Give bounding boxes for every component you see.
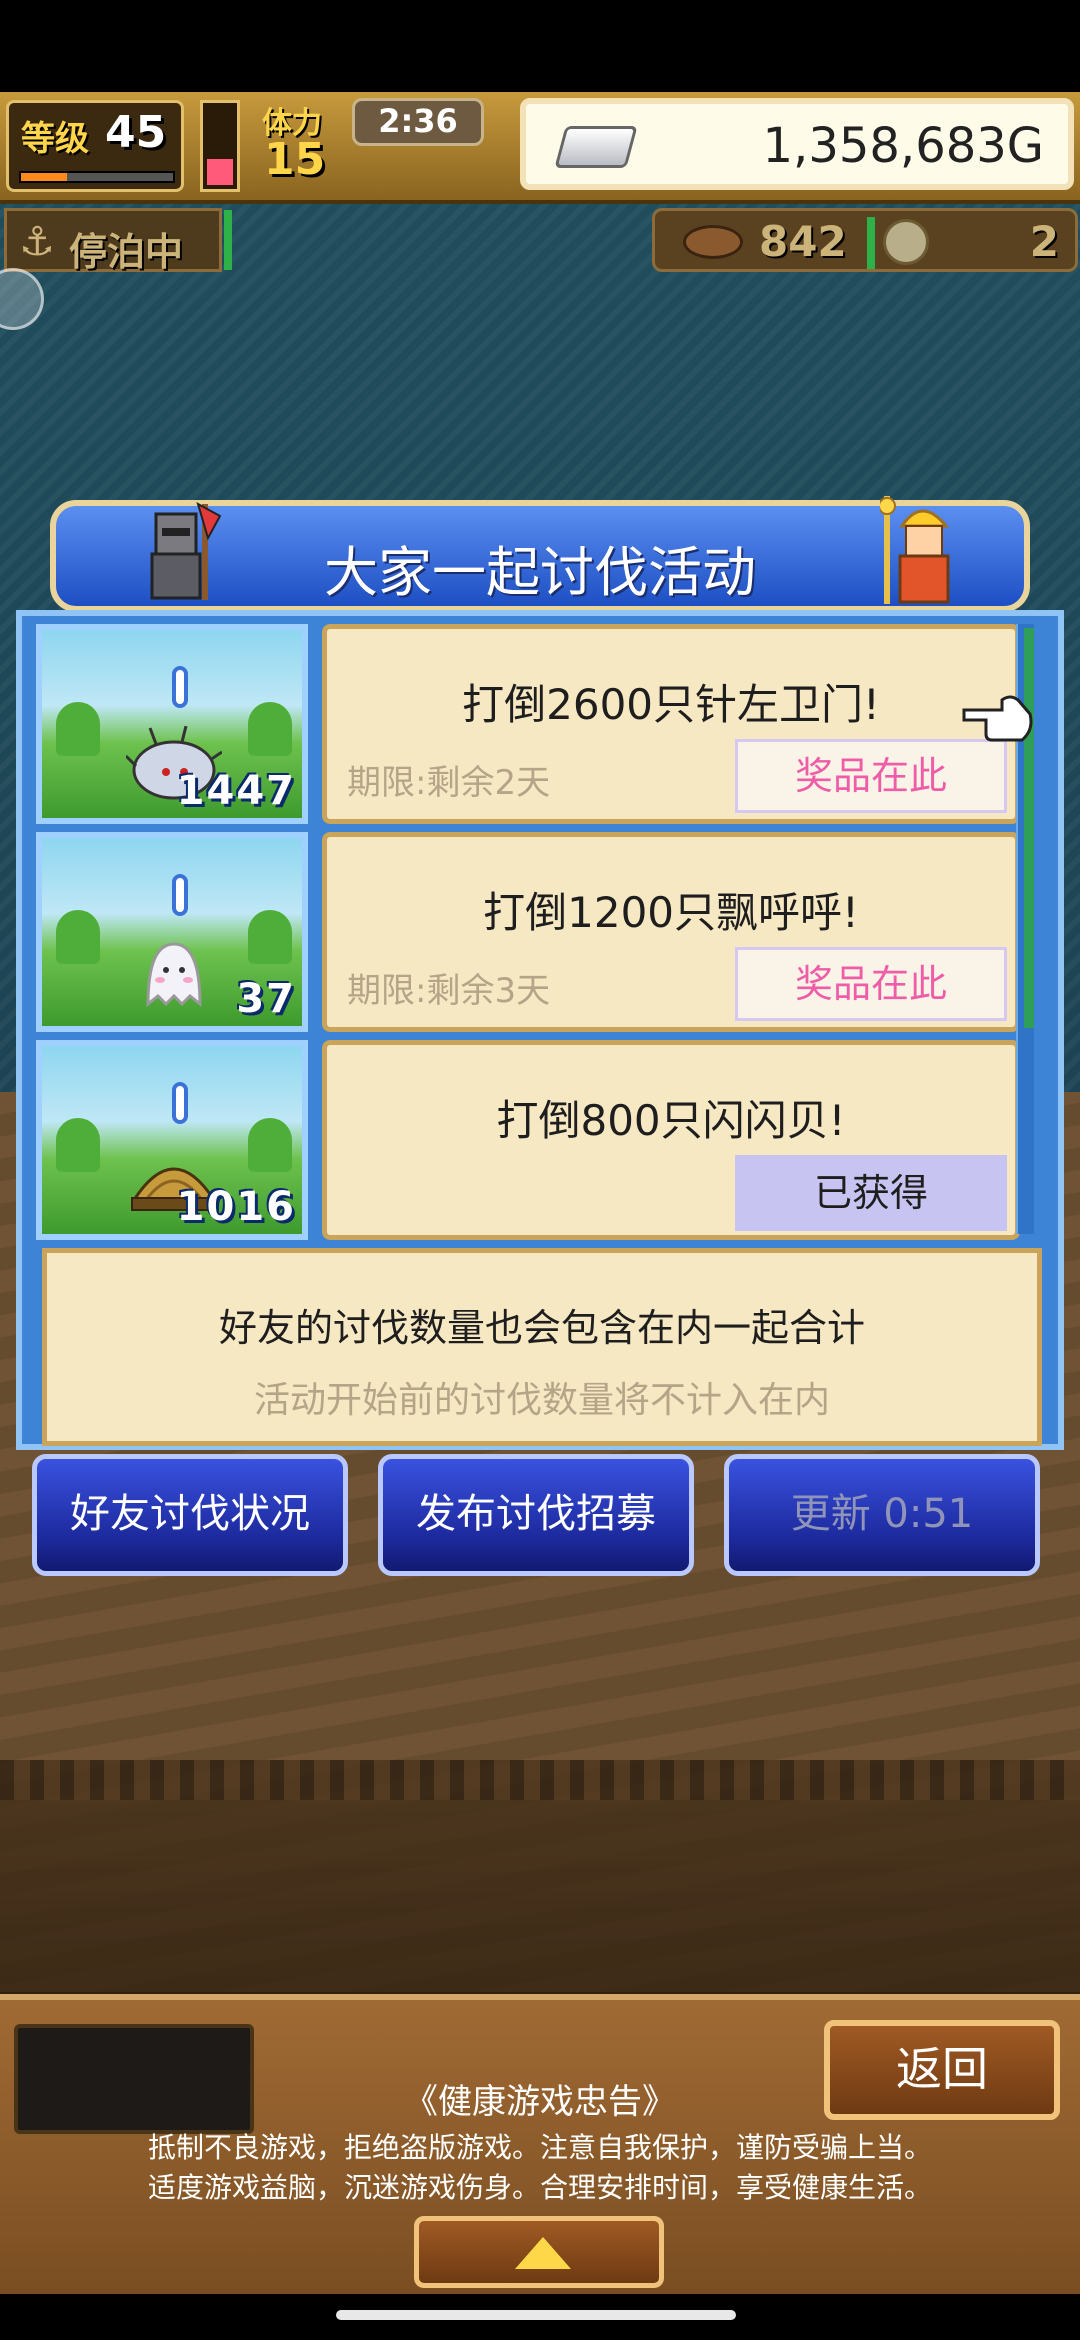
health-notice-title: 《健康游戏忠告》	[404, 2082, 676, 2122]
anchor-icon: ⚓	[19, 219, 55, 265]
quest-title: 打倒800只闪闪贝!	[496, 1096, 846, 1145]
level-progress-bar	[19, 171, 175, 183]
pointing-hand-icon	[962, 695, 1033, 742]
health-notice-line: 适度游戏益脑，沉迷游戏伤身。合理安排时间，享受健康生活。	[147, 2171, 932, 2204]
resource-panel: 842 2	[652, 208, 1078, 272]
alert-icon	[172, 874, 188, 916]
stamina-timer: 2:36	[352, 98, 484, 146]
note-main-text: 好友的讨伐数量也会包含在内一起合计	[218, 1306, 865, 1350]
dock-indicator	[224, 210, 232, 270]
obtained-badge: 已获得	[735, 1155, 1007, 1231]
arrow-up-icon	[515, 2237, 571, 2269]
kill-count: 1016	[176, 1184, 296, 1230]
alert-icon	[172, 666, 188, 708]
note-sub-text: 活动开始前的讨伐数量将不计入在内	[253, 1380, 830, 1421]
quest-thumbnail: 1447	[36, 624, 308, 824]
home-indicator	[336, 2310, 736, 2320]
note-panel: 好友的讨伐数量也会包含在内一起合计 活动开始前的讨伐数量将不计入在内	[42, 1248, 1042, 1446]
dock-status-text: 停泊中	[69, 230, 184, 274]
reward-button[interactable]: 奖品在此	[735, 739, 1007, 813]
bread-icon	[683, 225, 743, 259]
health-notice-line: 抵制不良游戏，拒绝盗版游戏。注意自我保护，谨防受骗上当。	[147, 2131, 932, 2164]
status-bar	[0, 0, 1080, 92]
dialog-header: 大家一起讨伐活动	[50, 496, 1030, 612]
reward-button[interactable]: 奖品在此	[735, 947, 1007, 1021]
top-hud: 等级 45 体力 15 2:36 1,358,683G	[0, 92, 1080, 204]
gold-bar-icon	[554, 126, 638, 168]
dialog-title: 大家一起讨伐活动	[324, 541, 756, 604]
quest-deadline: 期限:剩余2天	[347, 763, 551, 803]
dock-status-panel[interactable]: ⚓ 停泊中	[4, 208, 222, 274]
quest-row: 1447 打倒2600只针左卫门! 期限:剩余2天 奖品在此	[36, 624, 1020, 824]
quest-deadline: 期限:剩余3天	[347, 971, 551, 1011]
quest-card: 打倒800只闪闪贝! 已获得	[322, 1040, 1020, 1240]
quest-title: 打倒1200只飘呼呼!	[483, 888, 859, 937]
bottom-bar: 返回 《健康游戏忠告》 抵制不良游戏，拒绝盗版游戏。注意自我保护，谨防受骗上当。…	[0, 1994, 1080, 2294]
quest-card: 打倒2600只针左卫门! 期限:剩余2天 奖品在此	[322, 624, 1020, 824]
hero-icon	[880, 496, 950, 604]
quest-title: 打倒2600只针左卫门!	[462, 680, 880, 729]
quest-row: 1016 打倒800只闪闪贝! 已获得	[36, 1040, 1020, 1240]
quest-row: 37 打倒1200只飘呼呼! 期限:剩余3天 奖品在此	[36, 832, 1020, 1032]
quest-thumbnail: 1016	[36, 1040, 308, 1240]
medal-icon	[883, 219, 929, 265]
stamina-value: 15	[264, 134, 326, 185]
dialog-body: 1447 打倒2600只针左卫门! 期限:剩余2天 奖品在此 37 打倒1200…	[16, 610, 1064, 1450]
level-value: 45	[105, 107, 167, 158]
level-panel: 等级 45	[6, 100, 184, 192]
secondary-hud: ⚓ 停泊中 842 2	[0, 206, 1080, 276]
hp-gauge	[200, 100, 240, 192]
friend-status-button[interactable]: 好友讨伐状况	[32, 1454, 348, 1576]
refresh-button[interactable]: 更新 0:51	[724, 1454, 1040, 1576]
gold-panel: 1,358,683G	[520, 98, 1074, 190]
level-label: 等级	[21, 119, 89, 159]
kill-count: 1447	[176, 768, 296, 814]
resource-value-1: 842	[759, 217, 847, 266]
resource-divider	[867, 217, 875, 269]
resource-value-2: 2	[1029, 217, 1059, 266]
alert-icon	[172, 1082, 188, 1124]
gold-value: 1,358,683G	[762, 118, 1044, 174]
quest-card: 打倒1200只飘呼呼! 期限:剩余3天 奖品在此	[322, 832, 1020, 1032]
ghost-monster-icon	[146, 942, 202, 1008]
expand-menu-button[interactable]	[414, 2216, 664, 2288]
scrollbar-thumb[interactable]	[1024, 628, 1034, 1028]
kill-count: 37	[236, 976, 296, 1022]
quest-thumbnail: 37	[36, 832, 308, 1032]
post-recruit-button[interactable]: 发布讨伐招募	[378, 1454, 694, 1576]
